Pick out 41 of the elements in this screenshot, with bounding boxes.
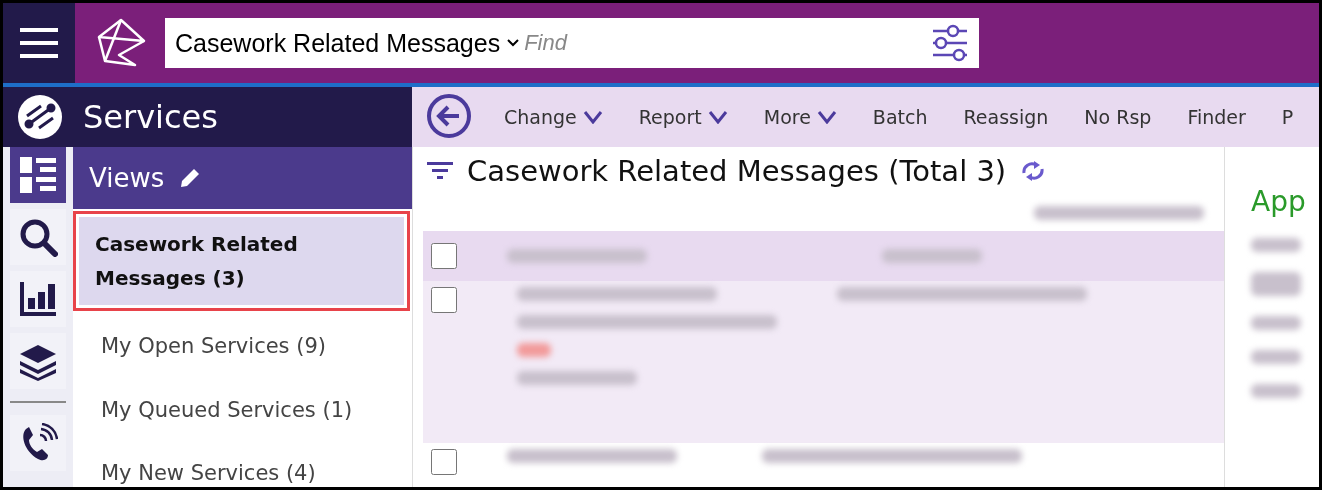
toolbar-button[interactable]: No Rsp: [1066, 106, 1170, 128]
refresh-icon[interactable]: [1020, 161, 1047, 181]
blurred-text: [1251, 272, 1301, 296]
blurred-text: [1251, 316, 1301, 330]
chevron-down-icon: [506, 38, 521, 48]
blurred-text: [517, 343, 551, 357]
select-all-checkbox[interactable]: [431, 243, 457, 269]
filter-icon[interactable]: [427, 161, 453, 181]
reports-rail-button[interactable]: [10, 271, 66, 327]
views-rail-button[interactable]: [10, 147, 66, 203]
search-icon: [18, 217, 58, 257]
toolbar-button[interactable]: Batch: [854, 106, 946, 128]
toolbar-button[interactable]: P: [1263, 106, 1312, 128]
module-title: Services: [83, 98, 218, 136]
phone-rail-button[interactable]: [10, 415, 66, 471]
services-logo-icon: [17, 94, 63, 140]
blurred-text: [1251, 384, 1301, 398]
list-title: Casework Related Messages (Total 3): [467, 154, 1007, 188]
row-checkbox[interactable]: [431, 287, 457, 313]
row-checkbox[interactable]: [431, 449, 457, 475]
blurred-text: [1251, 350, 1301, 364]
toolbar-button[interactable]: Change: [486, 106, 621, 128]
menu-icon: [20, 26, 58, 60]
scope-dropdown[interactable]: Casework Related Messages: [165, 18, 521, 68]
view-item[interactable]: My Queued Services (1): [77, 378, 408, 443]
view-item[interactable]: My New Services (4): [77, 442, 408, 487]
toolbar-button[interactable]: More: [745, 106, 855, 128]
list-view-icon: [18, 155, 58, 195]
panel-heading: App: [1251, 185, 1307, 218]
toolbar-button[interactable]: Reassign: [945, 106, 1067, 128]
toolbar-button[interactable]: Report: [620, 106, 746, 128]
menu-button[interactable]: [3, 3, 75, 83]
view-item[interactable]: My Open Services (9): [77, 315, 408, 379]
section-title: Views: [89, 163, 165, 193]
blurred-text: [1251, 238, 1301, 252]
layers-rail-button[interactable]: [10, 333, 66, 389]
toolbar-button[interactable]: Finder: [1169, 106, 1264, 128]
search-rail-button[interactable]: [10, 209, 66, 265]
bar-chart-icon: [18, 280, 58, 318]
search-field[interactable]: Find: [520, 18, 921, 68]
filter-sliders-icon[interactable]: [921, 18, 979, 68]
